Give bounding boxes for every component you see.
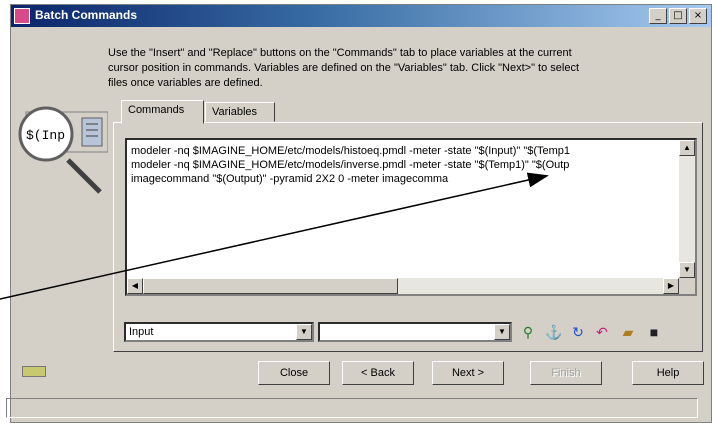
app-icon <box>14 8 30 24</box>
tab-variables[interactable]: Variables <box>205 102 275 122</box>
insert-variable-icon[interactable]: ⚲ <box>518 322 538 342</box>
magnifier-variable-icon: $(Inp <box>18 106 108 194</box>
variable-select-value: Input <box>129 326 154 338</box>
refresh-icon[interactable]: ↻ <box>568 322 588 342</box>
tab-commands[interactable]: Commands <box>121 100 204 124</box>
undo-icon[interactable]: ↶ <box>592 322 612 342</box>
close-window-button[interactable]: × <box>689 8 707 24</box>
horizontal-scrollbar[interactable]: ◀ ▶ <box>127 278 679 294</box>
chevron-down-icon[interactable]: ▼ <box>296 324 312 340</box>
next-button[interactable]: Next > <box>432 361 504 385</box>
maximize-button[interactable]: □ <box>669 8 687 24</box>
scroll-right-button[interactable]: ▶ <box>663 278 679 294</box>
command-line[interactable]: modeler -nq $IMAGINE_HOME/etc/models/inv… <box>131 158 675 172</box>
status-indicator <box>22 366 46 377</box>
scroll-left-button[interactable]: ◀ <box>127 278 143 294</box>
minimize-button[interactable]: _ <box>649 8 667 24</box>
finish-button[interactable]: Finish <box>530 361 602 385</box>
status-bar <box>6 398 698 418</box>
vertical-scrollbar[interactable]: ▲ ▼ <box>679 140 695 278</box>
horizontal-scroll-thumb[interactable] <box>143 278 398 294</box>
scroll-down-button[interactable]: ▼ <box>679 262 695 278</box>
back-button[interactable]: < Back <box>342 361 414 385</box>
window-title: Batch Commands <box>35 8 138 22</box>
scroll-up-button[interactable]: ▲ <box>679 140 695 156</box>
close-button[interactable]: Close <box>258 361 330 385</box>
command-line[interactable]: imagecommand "$(Output)" -pyramid 2X2 0 … <box>131 172 675 186</box>
open-folder-icon[interactable]: ▰ <box>618 322 638 342</box>
scroll-corner <box>679 278 695 294</box>
icon-label: $(Inp <box>26 128 65 143</box>
commands-editor[interactable]: modeler -nq $IMAGINE_HOME/etc/models/his… <box>125 138 697 296</box>
chevron-down-icon[interactable]: ▼ <box>494 324 510 340</box>
help-button[interactable]: Help <box>632 361 704 385</box>
second-select[interactable]: ▼ <box>318 322 512 342</box>
command-line[interactable]: modeler -nq $IMAGINE_HOME/etc/models/his… <box>131 144 675 158</box>
instructions-text: Use the "Insert" and "Replace" buttons o… <box>108 47 580 89</box>
replace-variable-icon[interactable]: ⚓ <box>544 322 564 342</box>
variable-select[interactable]: Input ▼ <box>124 322 314 342</box>
title-bar[interactable]: Batch Commands _ □ × <box>11 5 711 27</box>
save-icon[interactable]: ■ <box>644 322 664 342</box>
